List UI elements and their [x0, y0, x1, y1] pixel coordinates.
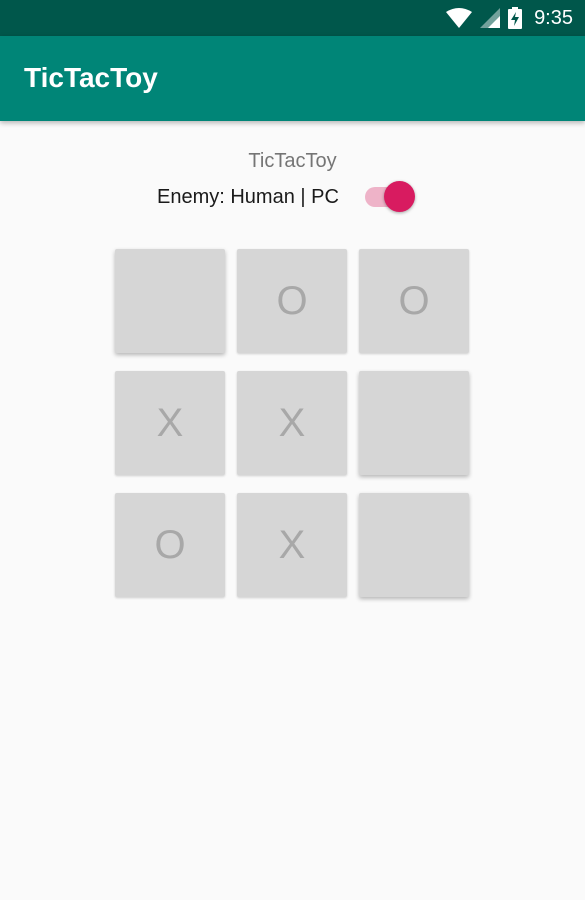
board-cell-4[interactable]: X: [115, 371, 225, 475]
status-bar: 9:35: [0, 0, 585, 36]
battery-charging-icon: [508, 7, 523, 29]
wifi-icon: [446, 8, 473, 28]
status-time: 9:35: [534, 6, 573, 29]
board-cell-1[interactable]: [115, 249, 225, 353]
board-cell-6[interactable]: [359, 371, 469, 475]
status-icons: 9:35: [446, 0, 573, 36]
switch-thumb: [383, 181, 415, 212]
enemy-label: Enemy: Human | PC: [157, 185, 339, 208]
game-board: O O X X O X: [115, 249, 470, 597]
board-cell-7[interactable]: O: [115, 493, 225, 597]
app-bar: TicTacToy: [0, 36, 585, 121]
board-cell-8[interactable]: X: [237, 493, 347, 597]
app-title: TicTacToy: [24, 62, 158, 93]
enemy-row: Enemy: Human | PC: [157, 180, 417, 214]
signal-icon: [480, 8, 501, 28]
game-title: TicTacToy: [248, 150, 337, 172]
board-cell-9[interactable]: [359, 493, 469, 597]
board-cell-3[interactable]: O: [359, 249, 469, 353]
enemy-switch[interactable]: [364, 180, 417, 214]
board-cell-2[interactable]: O: [237, 249, 347, 353]
board-cell-5[interactable]: X: [237, 371, 347, 475]
